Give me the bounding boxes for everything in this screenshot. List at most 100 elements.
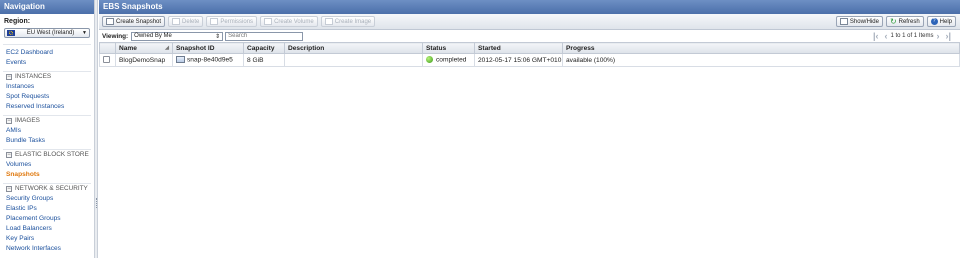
column-header-status[interactable]: Status — [422, 42, 475, 54]
viewing-select[interactable]: Owned By Me ⇕ — [131, 31, 224, 41]
region-label: Region: — [4, 18, 31, 25]
nav-link-volumes[interactable]: Volumes — [0, 160, 94, 170]
columns-icon — [839, 18, 848, 25]
nav-section-instances[interactable]: − INSTANCES — [0, 72, 94, 82]
column-header-name[interactable]: Name ◢ — [115, 42, 173, 54]
previous-page-icon[interactable]: ‹ — [884, 31, 887, 41]
splitter-grip-icon[interactable] — [96, 198, 97, 208]
nav-link-spot-requests[interactable]: Spot Requests — [0, 92, 94, 102]
column-header-label: Snapshot ID — [176, 44, 215, 52]
help-label: Help — [939, 18, 952, 25]
nav-link-security-groups[interactable]: Security Groups — [0, 194, 94, 204]
nav-section-label: IMAGES — [15, 117, 40, 124]
region-select[interactable]: EU West (Ireland) ▼ — [4, 28, 90, 38]
create-image-button[interactable]: Create Image — [320, 16, 376, 27]
column-header-label: Started — [478, 44, 501, 52]
nav-section-elastic-block-store[interactable]: − ELASTIC BLOCK STORE — [0, 150, 94, 160]
column-header-capacity[interactable]: Capacity — [243, 42, 285, 54]
cell-started: 2012-05-17 15:06 GMT+010 — [474, 53, 563, 67]
collapse-icon[interactable]: − — [6, 186, 12, 192]
nav-link-snapshots[interactable]: Snapshots — [0, 170, 94, 180]
nav-section-images[interactable]: − IMAGES — [0, 116, 94, 126]
nav-section-network-security[interactable]: − NETWORK & SECURITY — [0, 184, 94, 194]
permissions-button[interactable]: Permissions — [206, 16, 258, 27]
navigation-title: Navigation — [0, 0, 94, 14]
nav-link-key-pairs[interactable]: Key Pairs — [0, 234, 94, 244]
nav-link-bundle-tasks[interactable]: Bundle Tasks — [0, 136, 94, 146]
select-all-header — [99, 42, 116, 54]
row-checkbox-cell — [99, 53, 116, 67]
last-page-icon[interactable]: ›| — [945, 31, 951, 41]
create-volume-button[interactable]: Create Volume — [260, 16, 318, 27]
column-header-label: Capacity — [247, 44, 275, 52]
cell-progress: available (100%) — [562, 53, 960, 67]
create-volume-label: Create Volume — [274, 18, 314, 25]
cell-name: BlogDemoSnap — [115, 53, 173, 67]
nav-section-label: INSTANCES — [15, 73, 52, 80]
dropdown-arrows-icon: ⇕ — [215, 33, 221, 40]
snapshot-id-text: snap-8e40d9e5 — [187, 56, 233, 64]
delete-label: Delete — [182, 18, 200, 25]
nav-link-instances[interactable]: Instances — [0, 82, 94, 92]
create-volume-icon — [264, 18, 273, 25]
nav-link-amis[interactable]: AMIs — [0, 126, 94, 136]
table-header-row: Name ◢ Snapshot ID Capacity Description S… — [99, 42, 960, 54]
region-value: EU West (Ireland) — [26, 30, 75, 36]
show-hide-button[interactable]: Show/Hide — [835, 16, 883, 27]
column-header-label: Name — [119, 44, 137, 52]
column-header-label: Progress — [566, 44, 595, 52]
nav-section-label: NETWORK & SECURITY — [15, 185, 88, 192]
status-text: completed — [436, 56, 467, 64]
help-button[interactable]: ? Help — [926, 16, 956, 27]
delete-button[interactable]: Delete — [168, 16, 204, 27]
nav-link-network-interfaces[interactable]: Network Interfaces — [0, 244, 94, 254]
permissions-icon — [210, 18, 219, 25]
column-header-label: Description — [288, 44, 325, 52]
nav-link-placement-groups[interactable]: Placement Groups — [0, 214, 94, 224]
row-checkbox[interactable] — [103, 56, 110, 64]
help-icon: ? — [930, 18, 938, 25]
snapshot-icon — [176, 56, 185, 64]
collapse-icon[interactable]: − — [6, 152, 12, 158]
cell-capacity: 8 GiB — [243, 53, 285, 67]
create-snapshot-icon — [106, 18, 114, 25]
pagination: |‹ ‹ 1 to 1 of 1 Items › ›| — [870, 31, 954, 41]
nav-link-events[interactable]: Events — [0, 58, 94, 68]
column-header-snapshot-id[interactable]: Snapshot ID — [172, 42, 244, 54]
refresh-label: Refresh — [898, 18, 920, 25]
column-header-started[interactable]: Started — [474, 42, 563, 54]
collapse-icon[interactable]: − — [6, 118, 12, 124]
navigation-panel: Navigation Region: EU West (Ireland) ▼ E… — [0, 0, 95, 258]
panel-splitter[interactable] — [95, 0, 98, 258]
cell-description — [284, 53, 423, 67]
create-image-label: Create Image — [334, 18, 372, 25]
table-row[interactable]: BlogDemoSnap snap-8e40d9e5 8 GiB complet… — [99, 53, 960, 67]
first-page-icon[interactable]: |‹ — [873, 31, 879, 41]
main-panel: EBS Snapshots Create Snapshot Delete Per… — [99, 0, 960, 258]
page-title: EBS Snapshots — [99, 0, 960, 14]
nav-link-load-balancers[interactable]: Load Balancers — [0, 224, 94, 234]
collapse-icon[interactable]: − — [6, 74, 12, 80]
delete-icon — [172, 18, 181, 25]
cell-snapshot-id: snap-8e40d9e5 — [172, 53, 244, 67]
create-snapshot-button[interactable]: Create Snapshot — [102, 16, 166, 27]
toolbar: Create Snapshot Delete Permissions Creat… — [99, 14, 960, 30]
column-header-progress[interactable]: Progress — [562, 42, 960, 54]
search-input[interactable] — [225, 31, 304, 41]
nav-link-elastic-ips[interactable]: Elastic IPs — [0, 204, 94, 214]
column-header-description[interactable]: Description — [284, 42, 423, 54]
snapshots-table: Name ◢ Snapshot ID Capacity Description S… — [99, 42, 960, 67]
next-page-icon[interactable]: › — [936, 31, 939, 41]
dropdown-arrow-icon: ▼ — [82, 30, 87, 36]
viewing-value: Owned By Me — [134, 33, 172, 39]
toolbar-right: Show/Hide ↻ Refresh ? Help — [833, 16, 956, 27]
nav-link-reserved-instances[interactable]: Reserved Instances — [0, 102, 94, 112]
refresh-icon: ↻ — [889, 17, 897, 26]
status-completed-icon — [426, 56, 433, 64]
nav-link-ec2-dashboard[interactable]: EC2 Dashboard — [0, 48, 94, 58]
show-hide-label: Show/Hide — [849, 18, 879, 25]
column-header-label: Status — [426, 44, 447, 52]
create-snapshot-label: Create Snapshot — [116, 18, 162, 25]
nav-section-label: ELASTIC BLOCK STORE — [15, 151, 89, 158]
refresh-button[interactable]: ↻ Refresh — [885, 16, 924, 27]
